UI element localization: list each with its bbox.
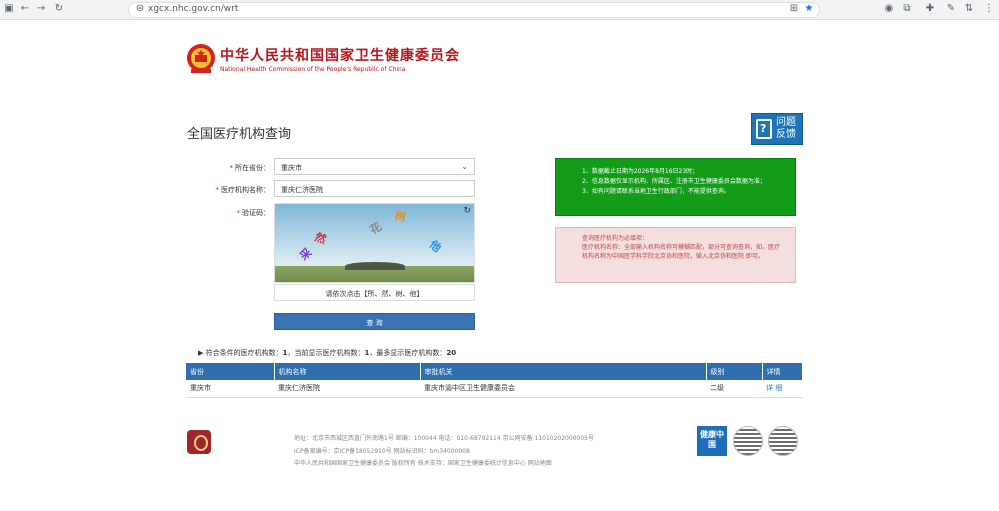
national-emblem-icon bbox=[187, 44, 215, 73]
qr-code-icon[interactable] bbox=[768, 426, 798, 456]
region-select[interactable]: 重庆市 ⌄ bbox=[274, 158, 475, 175]
chevron-down-icon: ⌄ bbox=[461, 162, 468, 171]
bookmark-star-icon[interactable]: ★ bbox=[802, 3, 816, 14]
health-china-badge[interactable]: 健康中国 bbox=[697, 426, 727, 456]
notice-line: 2、信息数据仅显示机构、所属区、注册市卫生健康委员会数据为准； bbox=[582, 178, 766, 185]
feedback-icon bbox=[756, 119, 772, 139]
extensions-icon[interactable]: ⧉ bbox=[900, 3, 914, 14]
feedback-button[interactable]: 问题反馈 bbox=[751, 113, 803, 145]
results-table: 省份 机构名称 审批机关 级别 详情 重庆市 重庆仁济医院 重庆市渝中区卫生健康… bbox=[186, 363, 803, 398]
table-row: 重庆市 重庆仁济医院 重庆市渝中区卫生健康委员会 二级 详 细 bbox=[186, 380, 803, 398]
region-label: * 所在省份： bbox=[229, 164, 271, 172]
site-subtitle: National Health Commission of the People… bbox=[220, 66, 406, 73]
site-info-icon[interactable]: ⊜ bbox=[133, 3, 147, 14]
ext-puzzle-icon[interactable]: ✎ bbox=[944, 3, 958, 14]
refresh-icon[interactable]: ↻ bbox=[463, 206, 471, 216]
table-header-row: 省份 机构名称 审批机关 级别 详情 bbox=[186, 363, 803, 380]
triangle-icon: ▶ bbox=[198, 349, 206, 357]
captcha-hint: 请依次点击【所、然、树、他】 bbox=[274, 284, 475, 301]
browser-toolbar: ▣ ← → ↻ ⊜ xgcx.nhc.gov.cn/wrt ⊞ ★ ◉ ⧉ ✚ … bbox=[0, 0, 999, 20]
page-title: 全国医疗机构查询 bbox=[187, 127, 292, 142]
col-header-authority: 审批机关 bbox=[420, 363, 707, 380]
notice-line: 1、数据截止日期为2026年8月16日23时； bbox=[582, 168, 699, 175]
notice-info-box: 1、数据截止日期为2026年8月16日23时； 2、信息数据仅显示机构、所属区、… bbox=[555, 158, 796, 216]
detail-link[interactable]: 详 细 bbox=[762, 380, 803, 398]
cell-province: 重庆市 bbox=[186, 380, 274, 398]
cell-authority: 重庆市渝中区卫生健康委员会 bbox=[420, 380, 706, 398]
footer-address: 地址：北京市西城区西直门外南路1号 邮编：100044 电话：010-68792… bbox=[294, 435, 594, 442]
institution-name-label: * 医疗机构名称： bbox=[215, 186, 271, 194]
forward-icon[interactable]: → bbox=[34, 3, 48, 14]
col-header-level: 级别 bbox=[706, 363, 763, 380]
result-stats: ▶ 符合条件的医疗机构数：1，当前显示医疗机构数：1，最多显示医疗机构数：20 bbox=[198, 349, 457, 357]
cell-level: 二级 bbox=[706, 380, 762, 398]
ext-tool-icon[interactable]: ✚ bbox=[923, 3, 937, 14]
col-header-name: 机构名称 bbox=[274, 363, 421, 380]
captcha-label: * 验证码： bbox=[236, 209, 271, 217]
footer-links[interactable]: 中华人民共和国国家卫生健康委员会 版权所有 技术支持：国家卫生健康委统计信息中心… bbox=[294, 458, 552, 467]
institution-name-input[interactable]: 重庆仁济医院 bbox=[274, 180, 475, 197]
col-header-province: 省份 bbox=[186, 363, 275, 380]
back-icon[interactable]: ← bbox=[18, 3, 32, 14]
notice-line: 3、如有问题请联系当地卫生行政部门，不能提供查询。 bbox=[582, 188, 730, 195]
captcha-image[interactable]: 采 然 花 他 树 ↻ bbox=[274, 203, 475, 283]
region-select-value: 重庆市 bbox=[281, 164, 302, 172]
notice-line: 查询医疗机构为必填项： bbox=[582, 235, 649, 242]
url-text[interactable]: xgcx.nhc.gov.cn/wrt bbox=[148, 4, 238, 14]
tab-search-icon[interactable]: ⇅ bbox=[962, 3, 976, 14]
col-header-detail: 详情 bbox=[762, 363, 803, 380]
qr-code-icon[interactable] bbox=[733, 426, 763, 456]
feedback-label: 问题反馈 bbox=[776, 117, 796, 140]
site-title: 中华人民共和国国家卫生健康委员会 bbox=[220, 48, 460, 64]
install-icon[interactable]: ⊞ bbox=[787, 3, 801, 14]
reload-icon[interactable]: ↻ bbox=[52, 3, 66, 14]
notice-warning-box: 查询医疗机构为必填项： 医疗机构名称：全部输入机构名称可模糊匹配，部分可查询查询… bbox=[555, 227, 796, 283]
menu-icon[interactable]: ⋮ bbox=[982, 3, 996, 14]
sidebar-toggle-icon[interactable]: ▣ bbox=[2, 3, 16, 14]
footer-icp[interactable]: ICP备案编号：京ICP备18052910号 网站标识码：bm34000008 bbox=[294, 446, 470, 455]
notice-line: 医疗机构名称：全部输入机构名称可模糊匹配，部分可查询查询，如，医疗机构名称为中国… bbox=[582, 244, 781, 260]
profile-icon[interactable]: ◉ bbox=[882, 3, 896, 14]
party-gov-logo[interactable] bbox=[187, 430, 211, 454]
cell-name: 重庆仁济医院 bbox=[274, 380, 420, 398]
query-button[interactable]: 查 询 bbox=[274, 313, 475, 330]
